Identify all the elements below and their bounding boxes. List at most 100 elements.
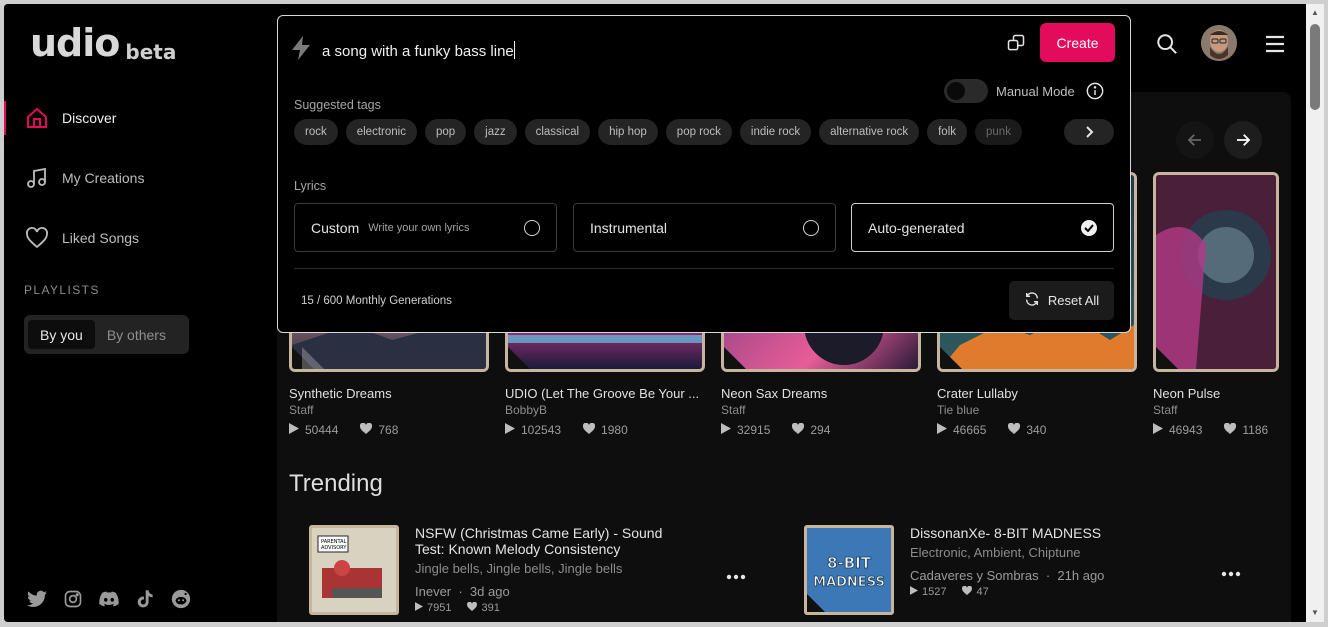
trending-track[interactable]: 8-BIT MADNESS DissonanXe- 8-BIT MADNESS E… [804,525,1254,622]
like-count: 340 [1026,423,1047,437]
tags-scroll-right-button[interactable] [1064,119,1114,145]
like-icon[interactable] [467,601,478,614]
sidebar-item-discover[interactable]: Discover [4,101,276,135]
reddit-icon[interactable] [170,588,192,610]
udio-logo[interactable]: udio beta [30,24,176,62]
lyrics-option-auto-generated[interactable]: Auto-generated [851,203,1114,252]
tag-chip[interactable]: jazz [474,119,517,145]
manual-mode: Manual Mode [944,79,1105,103]
manual-mode-label: Manual Mode [996,83,1075,99]
create-button[interactable]: Create [1040,23,1115,62]
page-scrollbar[interactable]: ▲ ▼ [1306,4,1324,622]
tag-chip[interactable]: electronic [345,119,417,145]
track-cover-art: 8-BIT MADNESS [804,525,894,615]
twitter-icon[interactable] [26,588,48,610]
like-count: 391 [481,602,500,614]
more-options-icon[interactable] [724,565,748,589]
like-icon[interactable] [1008,422,1021,437]
trending-track[interactable]: PARENTAL ADVISORY NSFW (Christmas Came Ea… [309,525,759,622]
tag-chip[interactable]: folk [927,119,968,145]
track-artist[interactable]: Inever [415,584,451,599]
tag-chip[interactable]: pop rock [665,119,732,145]
suggested-tags: rock electronic pop jazz classical hip h… [294,119,1022,145]
tab-by-others[interactable]: By others [95,320,178,349]
tag-chip[interactable]: indie rock [739,119,812,145]
like-count: 294 [810,423,831,437]
svg-text:ADVISORY: ADVISORY [321,545,347,551]
generations-counter: 15 / 600 Monthly Generations [301,295,452,307]
tag-chip[interactable]: rock [294,119,338,145]
lyrics-heading: Lyrics [294,179,327,193]
tab-by-you[interactable]: By you [28,320,95,349]
tag-chip[interactable]: pop [424,119,467,145]
scroll-down-icon[interactable]: ▼ [1310,608,1320,618]
track-artist[interactable]: Cadaveres y Sombras [910,568,1039,583]
sidebar: udio beta Discover My Creations Liked So… [4,4,276,622]
song-title: Crater Lullaby [937,386,1018,401]
play-count: 46943 [1169,423,1203,437]
svg-text:MADNESS: MADNESS [813,575,885,590]
song-artist[interactable]: Staff [289,403,489,417]
check-icon[interactable] [1081,220,1097,236]
prompt-input[interactable]: a song with a funky bass line [290,30,1116,70]
instagram-icon[interactable] [62,588,84,610]
more-options-icon[interactable] [1219,562,1243,586]
play-count: 7951 [427,602,452,614]
playlists-heading: PLAYLISTS [24,283,100,297]
discord-icon[interactable] [98,588,120,610]
scroll-up-icon[interactable]: ▲ [1310,8,1320,18]
like-icon[interactable] [962,585,973,598]
tag-chip[interactable]: classical [524,119,591,145]
carousel-prev-button[interactable] [1176,121,1214,159]
like-count: 1186 [1242,423,1269,437]
sidebar-item-liked-songs[interactable]: Liked Songs [4,221,276,255]
tiktok-icon[interactable] [134,588,156,610]
menu-icon[interactable] [1263,32,1287,56]
suggested-tags-heading: Suggested tags [294,98,381,112]
manual-mode-toggle[interactable] [944,79,988,103]
lyrics-option-instrumental[interactable]: Instrumental [573,203,836,252]
radio-button[interactable] [803,220,819,236]
radio-button[interactable] [524,220,540,236]
heart-icon [24,225,50,251]
like-icon[interactable] [1224,422,1237,437]
like-icon[interactable] [582,422,596,437]
like-icon[interactable] [360,422,373,437]
track-title: NSFW (Christmas Came Early) - Sound Test… [415,525,663,557]
tag-chip[interactable]: punk [975,119,1022,145]
song-artist[interactable]: Staff [1153,403,1279,417]
sidebar-item-my-creations[interactable]: My Creations [4,161,276,195]
song-artist[interactable]: Tie blue [937,403,1137,417]
song-title: UDIO (Let The Groove Be Your ... [505,386,700,401]
tag-chip[interactable]: hip hop [598,119,658,145]
song-artist[interactable]: BobbyB [505,403,705,417]
tag-chip[interactable]: alternative rock [819,119,920,145]
social-links [26,588,192,610]
song-title: Synthetic Dreams [289,386,392,401]
track-age: 21h ago [1057,568,1105,583]
song-artist[interactable]: Staff [721,403,921,417]
like-icon[interactable] [792,422,805,437]
play-count: 1527 [922,586,947,598]
carousel-next-button[interactable] [1224,121,1262,159]
user-avatar[interactable] [1201,25,1237,61]
play-icon [937,423,947,437]
track-tags: Jingle bells, Jingle bells, Jingle bells [415,561,623,576]
lyrics-option-hint: Write your own lyrics [368,221,470,234]
scrollbar-thumb[interactable] [1310,24,1320,110]
play-icon [910,586,918,598]
song-card[interactable]: Neon Pulse Staff 46943 1186 [1153,172,1279,437]
app-window: udio beta Discover My Creations Liked So… [4,4,1306,622]
info-icon[interactable] [1085,81,1105,101]
shuffle-prompt-icon[interactable] [1004,31,1028,55]
track-age: 3d ago [469,584,510,599]
play-icon [721,423,731,437]
reset-all-button[interactable]: Reset All [1009,281,1114,320]
lyrics-option-custom[interactable]: Custom Write your own lyrics [294,203,557,252]
logo-wordmark: udio [30,21,120,65]
trending-heading: Trending [289,470,383,497]
divider [294,268,1114,269]
track-title: DissonanXe- 8-BIT MADNESS [910,525,1102,541]
like-count: 768 [378,423,399,437]
search-icon[interactable] [1155,32,1179,56]
